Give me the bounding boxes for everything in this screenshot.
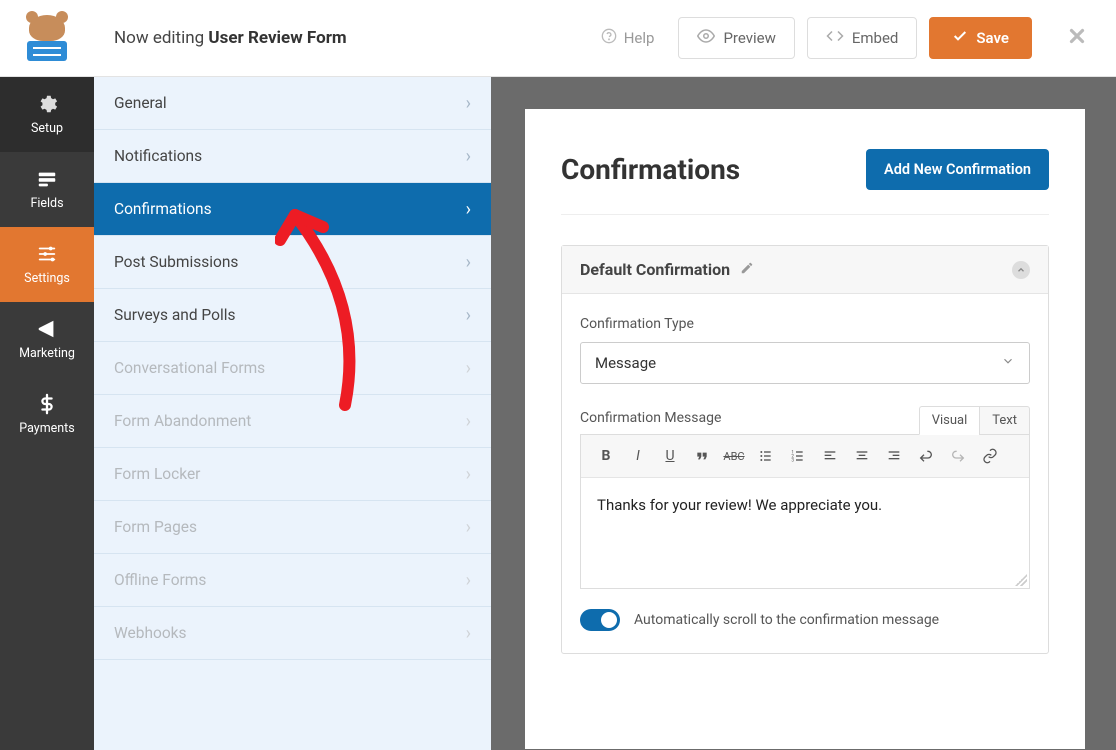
message-textarea[interactable]: Thanks for your review! We appreciate yo…	[581, 478, 1029, 588]
question-circle-icon	[601, 28, 617, 48]
confirmation-type-label: Confirmation Type	[580, 316, 1030, 332]
undo-button[interactable]	[913, 443, 939, 469]
chevron-right-icon: ›	[466, 252, 471, 273]
chevron-right-icon: ›	[466, 570, 471, 591]
editor-tab-text[interactable]: Text	[979, 406, 1030, 435]
chevron-right-icon: ›	[466, 411, 471, 432]
chevron-right-icon: ›	[466, 358, 471, 379]
chevron-right-icon: ›	[466, 517, 471, 538]
rail-setup[interactable]: Setup	[0, 77, 94, 152]
numbered-list-button[interactable]: 123	[785, 443, 811, 469]
top-bar: Now editing User Review Form Help Previe…	[0, 0, 1116, 77]
chevron-right-icon: ›	[466, 464, 471, 485]
auto-scroll-label: Automatically scroll to the confirmation…	[634, 612, 939, 628]
card-title-text: Default Confirmation	[580, 260, 730, 279]
align-center-button[interactable]	[849, 443, 875, 469]
sliders-icon	[36, 243, 58, 265]
embed-button[interactable]: Embed	[807, 17, 918, 59]
confirmation-card: Default Confirmation Confirmation Type M…	[561, 245, 1049, 654]
main-area: Confirmations Add New Confirmation Defau…	[491, 77, 1116, 750]
code-icon	[826, 27, 844, 49]
chevron-right-icon: ›	[466, 305, 471, 326]
submenu-surveys[interactable]: Surveys and Polls›	[94, 289, 491, 342]
confirmation-type-select[interactable]: Message	[580, 342, 1030, 384]
chevron-right-icon: ›	[466, 623, 471, 644]
form-name: User Review Form	[208, 28, 346, 48]
submenu-webhooks[interactable]: Webhooks›	[94, 607, 491, 660]
dollar-icon	[36, 393, 58, 415]
svg-text:3: 3	[791, 457, 794, 463]
pencil-icon[interactable]	[740, 260, 754, 279]
help-link[interactable]: Help	[601, 28, 655, 48]
list-icon	[36, 168, 58, 190]
confirmation-message-label: Confirmation Message	[580, 410, 721, 426]
resize-handle[interactable]	[1015, 574, 1027, 586]
redo-button[interactable]	[945, 443, 971, 469]
submenu-confirmations[interactable]: Confirmations›	[94, 183, 491, 236]
bullet-list-button[interactable]	[753, 443, 779, 469]
align-right-button[interactable]	[881, 443, 907, 469]
rail-marketing[interactable]: Marketing	[0, 302, 94, 377]
blockquote-button[interactable]	[689, 443, 715, 469]
left-rail: Setup Fields Settings Marketing Payments	[0, 77, 94, 750]
settings-submenu: General› Notifications› Confirmations› P…	[94, 77, 491, 750]
save-button[interactable]: Save	[929, 17, 1032, 59]
close-button[interactable]	[1066, 25, 1088, 51]
editor-toolbar: B I U ABC 123	[581, 435, 1029, 478]
rail-fields[interactable]: Fields	[0, 152, 94, 227]
chevron-down-icon	[1001, 354, 1015, 372]
confirmations-panel: Confirmations Add New Confirmation Defau…	[525, 109, 1085, 749]
collapse-icon[interactable]	[1012, 261, 1030, 279]
auto-scroll-toggle[interactable]	[580, 609, 620, 631]
chevron-right-icon: ›	[466, 199, 471, 220]
chevron-right-icon: ›	[466, 93, 471, 114]
megaphone-icon	[36, 318, 58, 340]
card-header[interactable]: Default Confirmation	[562, 246, 1048, 294]
eye-icon	[697, 27, 715, 49]
link-button[interactable]	[977, 443, 1003, 469]
editor-tab-visual[interactable]: Visual	[919, 406, 980, 435]
now-editing-label: Now editing User Review Form	[114, 28, 347, 48]
gear-icon	[36, 93, 58, 115]
submenu-form-locker[interactable]: Form Locker›	[94, 448, 491, 501]
submenu-offline-forms[interactable]: Offline Forms›	[94, 554, 491, 607]
submenu-notifications[interactable]: Notifications›	[94, 130, 491, 183]
preview-button[interactable]: Preview	[678, 17, 794, 59]
divider	[561, 214, 1049, 215]
chevron-right-icon: ›	[466, 146, 471, 167]
message-editor: B I U ABC 123	[580, 434, 1030, 589]
rail-settings[interactable]: Settings	[0, 227, 94, 302]
add-confirmation-button[interactable]: Add New Confirmation	[866, 149, 1049, 190]
italic-button[interactable]: I	[625, 443, 651, 469]
check-icon	[952, 28, 968, 48]
wpforms-logo[interactable]	[0, 0, 94, 76]
align-left-button[interactable]	[817, 443, 843, 469]
strikethrough-button[interactable]: ABC	[721, 443, 747, 469]
submenu-form-abandonment[interactable]: Form Abandonment›	[94, 395, 491, 448]
submenu-post-submissions[interactable]: Post Submissions›	[94, 236, 491, 289]
panel-title: Confirmations	[561, 153, 740, 186]
submenu-form-pages[interactable]: Form Pages›	[94, 501, 491, 554]
bold-button[interactable]: B	[593, 443, 619, 469]
submenu-conversational-forms[interactable]: Conversational Forms›	[94, 342, 491, 395]
underline-button[interactable]: U	[657, 443, 683, 469]
rail-payments[interactable]: Payments	[0, 377, 94, 452]
submenu-general[interactable]: General›	[94, 77, 491, 130]
